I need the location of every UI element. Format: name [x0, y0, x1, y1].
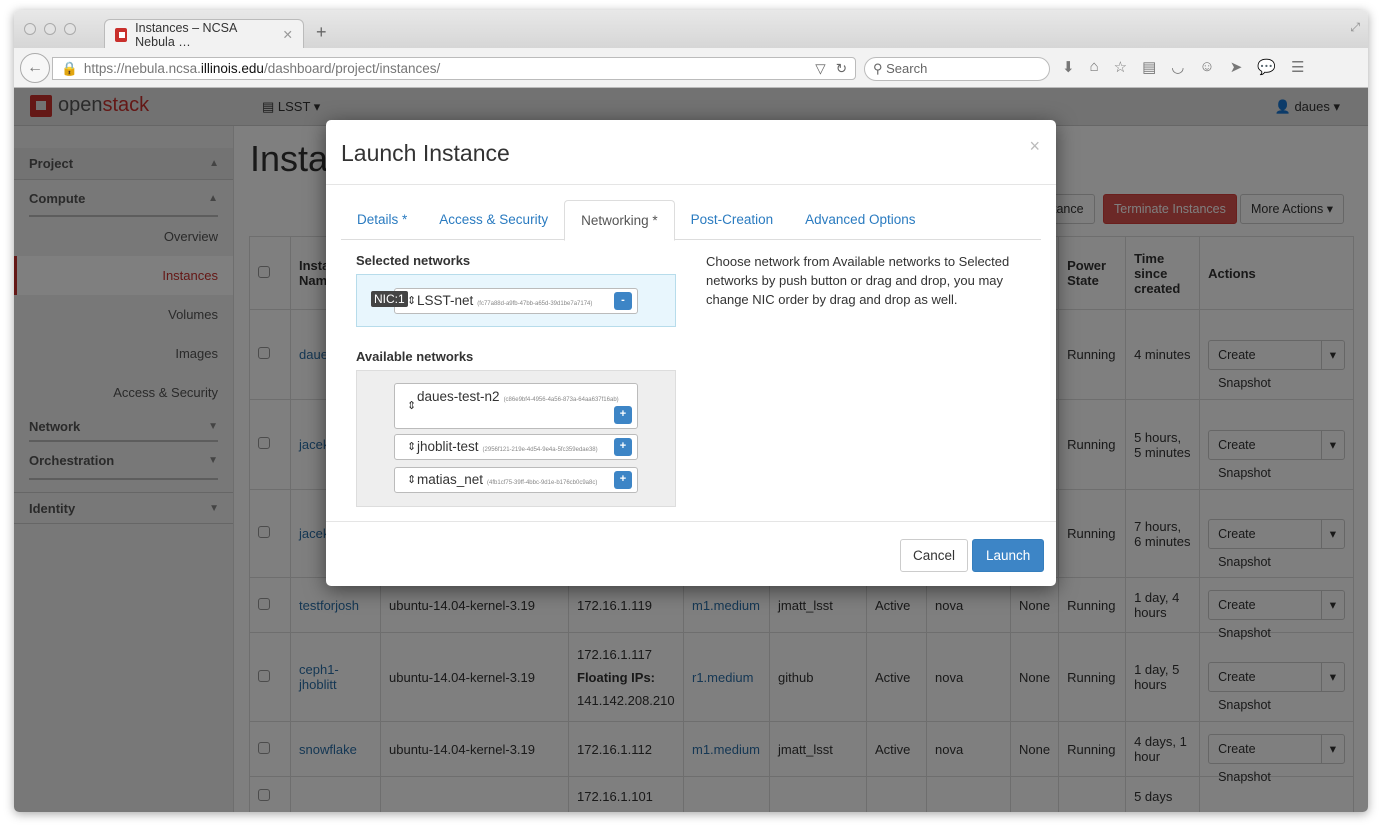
networking-help-text: Choose network from Available networks t…	[706, 254, 1010, 307]
network-item-matias-net[interactable]: ⇕ matias_net (4fb1cf75-39ff-4bbc-9d1e-b176…	[394, 467, 638, 493]
pocket-icon[interactable]: ◡	[1171, 58, 1184, 76]
lock-icon: 🔒	[61, 60, 78, 76]
add-network-button[interactable]: +	[614, 406, 632, 424]
network-item-lsst-net[interactable]: ⇕ LSST-net (fc77a88d-a9fb-47bb-a65d-39d1be…	[394, 288, 638, 314]
tab-access-security[interactable]: Access & Security	[423, 200, 564, 239]
download-icon[interactable]: ⬇	[1062, 58, 1075, 76]
close-tab-icon[interactable]: ✕	[283, 27, 293, 42]
modal-tabs: Details * Access & Security Networking *…	[341, 200, 1041, 241]
nav-toolbar: ← 🔒 https://nebula.ncsa.illinois.edu/dash…	[14, 48, 1368, 88]
network-item-daues-test-n2[interactable]: ⇕ daues-test-n2 (c86e9bf4-4956-4a56-873a-6…	[394, 383, 638, 429]
search-icon: ⚲	[873, 61, 887, 76]
available-networks-list: ⇕ daues-test-n2 (c86e9bf4-4956-4a56-873a-6…	[356, 370, 676, 507]
openstack-favicon-icon	[115, 27, 128, 42]
close-icon[interactable]: ×	[1029, 136, 1040, 157]
launch-button[interactable]: Launch	[972, 539, 1045, 572]
add-network-button[interactable]: +	[614, 438, 632, 456]
launch-instance-modal: Launch Instance × Details * Access & Sec…	[326, 120, 1056, 586]
new-tab-icon[interactable]: +	[316, 22, 327, 43]
tab-bar: Instances – NCSA Nebula … ✕ + ⤢	[14, 10, 1368, 49]
add-network-button[interactable]: +	[614, 471, 632, 489]
selected-networks-list[interactable]: NIC:1 ⇕ LSST-net (fc77a88d-a9fb-47bb-a65d-…	[356, 274, 676, 327]
available-networks-label: Available networks	[356, 349, 474, 364]
fullscreen-icon[interactable]: ⤢	[1350, 20, 1360, 35]
network-item-jhoblit-test[interactable]: ⇕ jhoblit-test (2956f121-219e-4d54-9e4a-5f…	[394, 434, 638, 460]
window-controls[interactable]	[24, 23, 76, 35]
back-icon[interactable]: ←	[20, 53, 50, 83]
dropdown-icon[interactable]: ▽	[815, 61, 825, 77]
drag-handle-icon: ⇕	[407, 295, 417, 307]
remove-network-button[interactable]: -	[614, 292, 632, 310]
url-bar[interactable]: 🔒 https://nebula.ncsa.illinois.edu/dashbo…	[52, 57, 856, 80]
reading-list-icon[interactable]: ▤	[1142, 58, 1156, 76]
tab-details[interactable]: Details *	[341, 200, 423, 239]
search-input[interactable]: ⚲ Search	[864, 57, 1050, 81]
extension-icon[interactable]: ☺	[1199, 58, 1214, 76]
chat-icon[interactable]: 💬	[1257, 58, 1276, 76]
cancel-button[interactable]: Cancel	[900, 539, 969, 572]
bookmark-star-icon[interactable]: ☆	[1114, 58, 1127, 76]
browser-window: Instances – NCSA Nebula … ✕ + ⤢ ← 🔒 https:…	[14, 10, 1368, 812]
home-icon[interactable]: ⌂	[1090, 58, 1099, 76]
tab-title: Instances – NCSA Nebula …	[135, 20, 237, 49]
tab-networking[interactable]: Networking *	[564, 200, 675, 241]
menu-icon[interactable]: ☰	[1291, 58, 1304, 76]
tab-post-creation[interactable]: Post-Creation	[675, 200, 790, 239]
selected-networks-label: Selected networks	[356, 253, 471, 268]
send-icon[interactable]: ➤	[1230, 58, 1243, 76]
tab-advanced-options[interactable]: Advanced Options	[789, 200, 931, 239]
browser-tab[interactable]: Instances – NCSA Nebula … ✕	[104, 19, 304, 49]
reload-icon[interactable]: ↻	[836, 61, 847, 77]
nic-badge: NIC:1	[371, 291, 408, 307]
modal-title: Launch Instance	[341, 140, 510, 166]
